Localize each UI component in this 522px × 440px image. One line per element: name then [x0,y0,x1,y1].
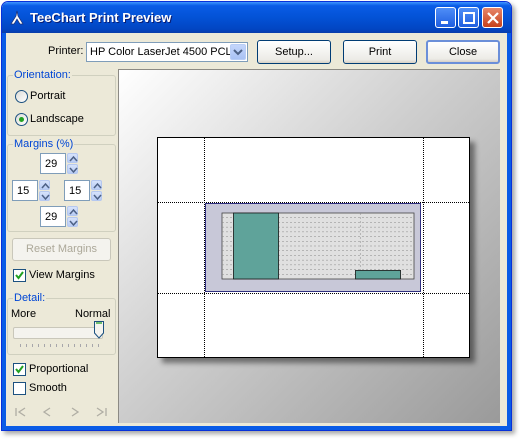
maximize-button[interactable] [458,7,479,28]
view-margins-label[interactable]: View Margins [29,269,95,281]
options-panel: Orientation: Portrait Landscape Margins … [7,69,116,424]
checkmark-icon [15,271,24,280]
margin-top-down[interactable] [67,164,78,174]
reset-margins-button[interactable]: Reset Margins [12,238,111,261]
window-title: TeeChart Print Preview [30,10,172,25]
arrow-up-icon [41,182,50,189]
print-preview-window: TeeChart Print Preview Printer: HP Color… [1,1,512,431]
last-page-icon[interactable] [93,405,109,419]
margin-top-value: 29 [45,158,58,170]
window-frame-bottom [2,426,511,430]
arrow-up-icon [69,155,78,162]
margin-left-input[interactable]: 15 [12,180,38,201]
orientation-label: Orientation: [13,69,72,81]
print-preview-area[interactable] [118,69,500,423]
margin-left-down[interactable] [39,191,50,201]
chart-thumbnail [205,203,421,292]
arrow-down-icon [69,220,78,227]
margin-bottom-spinner[interactable]: 29 [40,206,78,227]
close-icon [487,12,499,24]
arrow-down-icon [93,194,102,201]
arrow-up-icon [93,182,102,189]
printer-select[interactable]: HP Color LaserJet 4500 PCL 6 [86,42,248,62]
minimize-button[interactable] [435,7,456,28]
proportional-checkbox[interactable] [13,363,26,376]
detail-slider-track[interactable] [13,327,103,339]
close-button[interactable]: Close [426,40,500,64]
maximize-icon [463,12,475,24]
chevron-down-icon [233,49,243,56]
orientation-group [7,75,116,136]
margin-line-right[interactable] [423,138,424,357]
portrait-radio[interactable] [15,90,28,103]
margin-right-up[interactable] [91,180,102,190]
detail-slider-ticks [20,344,102,347]
smooth-checkbox[interactable] [13,382,26,395]
print-button[interactable]: Print [343,40,417,64]
margin-bottom-input[interactable]: 29 [40,206,66,227]
bar-chart [221,212,415,280]
margin-bottom-value: 29 [45,211,58,223]
margin-right-input[interactable]: 15 [64,180,90,201]
preview-page [157,137,470,358]
smooth-label[interactable]: Smooth [29,382,67,394]
detail-normal-label: Normal [75,308,111,320]
margin-top-up[interactable] [67,153,78,163]
margin-left-value: 15 [17,185,30,197]
close-window-button[interactable] [482,7,503,28]
margin-line-bottom[interactable] [158,293,469,294]
margin-bottom-up[interactable] [67,206,78,216]
chart-bar [355,270,401,280]
prev-page-icon[interactable] [39,405,55,419]
margin-right-value: 15 [69,185,82,197]
margin-right-down[interactable] [91,191,102,201]
arrow-down-icon [41,194,50,201]
margin-bottom-down[interactable] [67,217,78,227]
detail-slider-thumb[interactable] [94,321,104,339]
printer-select-value: HP Color LaserJet 4500 PCL 6 [90,46,241,58]
first-page-icon[interactable] [13,405,29,419]
printer-label: Printer: [48,45,84,57]
checkmark-icon [15,365,24,374]
margin-top-spinner[interactable]: 29 [40,153,78,174]
printer-dropdown-button[interactable] [230,44,246,60]
chart-bar [233,212,279,280]
window-frame-left [2,33,6,430]
view-margins-checkbox[interactable] [13,269,26,282]
teechart-app-icon [10,10,24,25]
portrait-label[interactable]: Portrait [30,90,65,102]
minimize-icon [441,21,448,24]
detail-label: Detail: [13,292,47,304]
margin-top-input[interactable]: 29 [40,153,66,174]
margin-left-spinner[interactable]: 15 [12,180,50,201]
landscape-radio[interactable] [15,113,28,126]
next-page-icon[interactable] [67,405,83,419]
proportional-label[interactable]: Proportional [29,363,88,375]
title-bar[interactable]: TeeChart Print Preview [2,2,511,33]
detail-more-label: More [11,308,37,320]
margin-right-spinner[interactable]: 15 [64,180,102,201]
window-frame-right [507,33,511,430]
margin-left-up[interactable] [39,180,50,190]
arrow-up-icon [69,208,78,215]
setup-button[interactable]: Setup... [257,40,331,64]
landscape-label[interactable]: Landscape [30,113,84,125]
margins-label: Margins (%) [13,138,75,150]
arrow-down-icon [69,167,78,174]
